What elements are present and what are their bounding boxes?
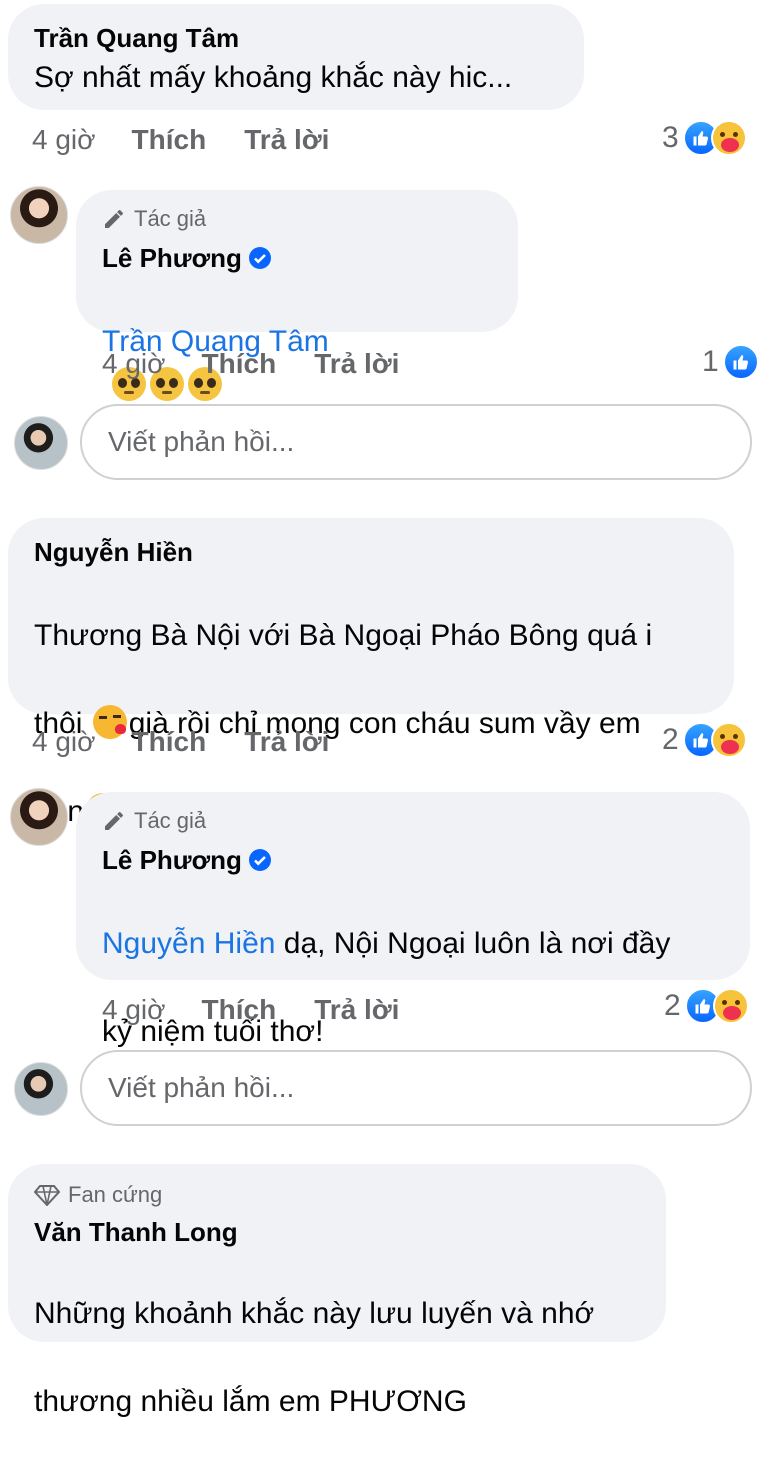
mention-link[interactable]: Nguyễn Hiền — [102, 927, 275, 960]
comment-author[interactable]: Trần Quang Tâm — [34, 22, 558, 54]
reaction-summary[interactable]: 1 — [702, 342, 759, 382]
reply-author-name: Lê Phương — [102, 243, 242, 273]
comment-text: Những khoảnh khắc này lưu luyến và nhớ t… — [34, 1248, 640, 1468]
diamond-icon — [34, 1185, 60, 1206]
reply-input-placeholder: Viết phản hồi... — [108, 1072, 295, 1103]
pencil-icon — [105, 210, 123, 228]
badge-label: Fan cứng — [68, 1182, 163, 1207]
comment-text-line: thương nhiều lắm em PHƯƠNG — [34, 1385, 467, 1418]
comment-bubble: Fan cứng Văn Thanh Long Những khoảnh khắ… — [8, 1164, 666, 1418]
comment-actions: 4 giờ Thích Trả lời — [32, 722, 367, 762]
reply-button[interactable]: Trả lời — [314, 348, 399, 380]
like-button[interactable]: Thích — [132, 124, 207, 156]
reply-bubble: Tác giả Lê Phương Nguyễn Hiền dạ, Nội Ng… — [76, 792, 750, 1048]
reaction-count: 2 — [662, 723, 679, 756]
care-icon — [710, 722, 747, 758]
reply-input-placeholder: Viết phản hồi... — [108, 426, 295, 457]
comment-text: Sợ nhất mấy khoảng khắc này hic... — [34, 61, 513, 94]
current-user-avatar — [14, 416, 68, 470]
like-button[interactable]: Thích — [202, 994, 277, 1026]
like-button[interactable]: Thích — [202, 348, 277, 380]
reply-bubble: Tác giả Lê Phương Trần Quang Tâm — [76, 190, 518, 401]
reply-text-fragment: dạ, Nội Ngoại luôn là nơi đầy — [275, 927, 671, 960]
reply-text: Trần Quang Tâm — [102, 276, 492, 408]
badge-label: Tác giả — [134, 808, 207, 833]
verified-icon — [248, 247, 271, 269]
reply-time[interactable]: 4 giờ — [102, 348, 166, 380]
reaction-count: 3 — [662, 121, 679, 154]
avatar[interactable] — [10, 788, 68, 846]
reply-actions: 4 giờ Thích Trả lời — [102, 344, 437, 384]
reply-button[interactable]: Trả lời — [314, 994, 399, 1026]
comment-bubble: Trần Quang Tâm Sợ nhất mấy khoảng khắc n… — [8, 4, 584, 110]
comment-actions: 4 giờ Thích Trả lời — [32, 120, 367, 160]
reply-time[interactable]: 4 giờ — [102, 994, 166, 1026]
reply-button[interactable]: Trả lời — [244, 726, 329, 758]
comment-text-line: Thương Bà Nội với Bà Ngoại Pháo Bông quá… — [34, 619, 653, 652]
reply-input[interactable]: Viết phản hồi... — [80, 1050, 752, 1126]
reply-actions: 4 giờ Thích Trả lời — [102, 990, 437, 1030]
fan-badge: Fan cứng — [34, 1180, 640, 1210]
avatar[interactable] — [10, 186, 68, 244]
reply-author-name: Lê Phương — [102, 845, 242, 875]
reply-button[interactable]: Trả lời — [244, 124, 329, 156]
care-icon — [712, 988, 749, 1024]
verified-icon — [248, 849, 271, 871]
reply-text-line: Nguyễn Hiền dạ, Nội Ngoại luôn là nơi đầ… — [102, 922, 724, 966]
reply-author[interactable]: Lê Phương — [102, 242, 492, 274]
reply-input[interactable]: Viết phản hồi... — [80, 404, 752, 480]
reaction-count: 2 — [664, 989, 681, 1022]
like-button[interactable]: Thích — [132, 726, 207, 758]
comment-text-line: Những khoảnh khắc này lưu luyến và nhớ — [34, 1297, 595, 1330]
author-badge: Tác giả — [102, 806, 724, 836]
current-user-avatar — [14, 1062, 68, 1116]
care-icon — [710, 120, 747, 156]
like-icon — [722, 344, 759, 380]
reply-author[interactable]: Lê Phương — [102, 844, 724, 876]
comment-author[interactable]: Nguyễn Hiền — [34, 536, 708, 568]
comment-bubble: Nguyễn Hiền Thương Bà Nội với Bà Ngoại P… — [8, 518, 734, 828]
reaction-summary[interactable]: 3 — [662, 118, 747, 158]
badge-label: Tác giả — [134, 206, 207, 231]
comment-author[interactable]: Văn Thanh Long — [34, 1216, 640, 1248]
reaction-summary[interactable]: 2 — [664, 986, 749, 1026]
author-badge: Tác giả — [102, 204, 492, 234]
reaction-summary[interactable]: 2 — [662, 720, 747, 760]
pencil-icon — [105, 812, 123, 830]
reaction-count: 1 — [702, 345, 719, 378]
comment-time[interactable]: 4 giờ — [32, 726, 96, 758]
comment-time[interactable]: 4 giờ — [32, 124, 96, 156]
